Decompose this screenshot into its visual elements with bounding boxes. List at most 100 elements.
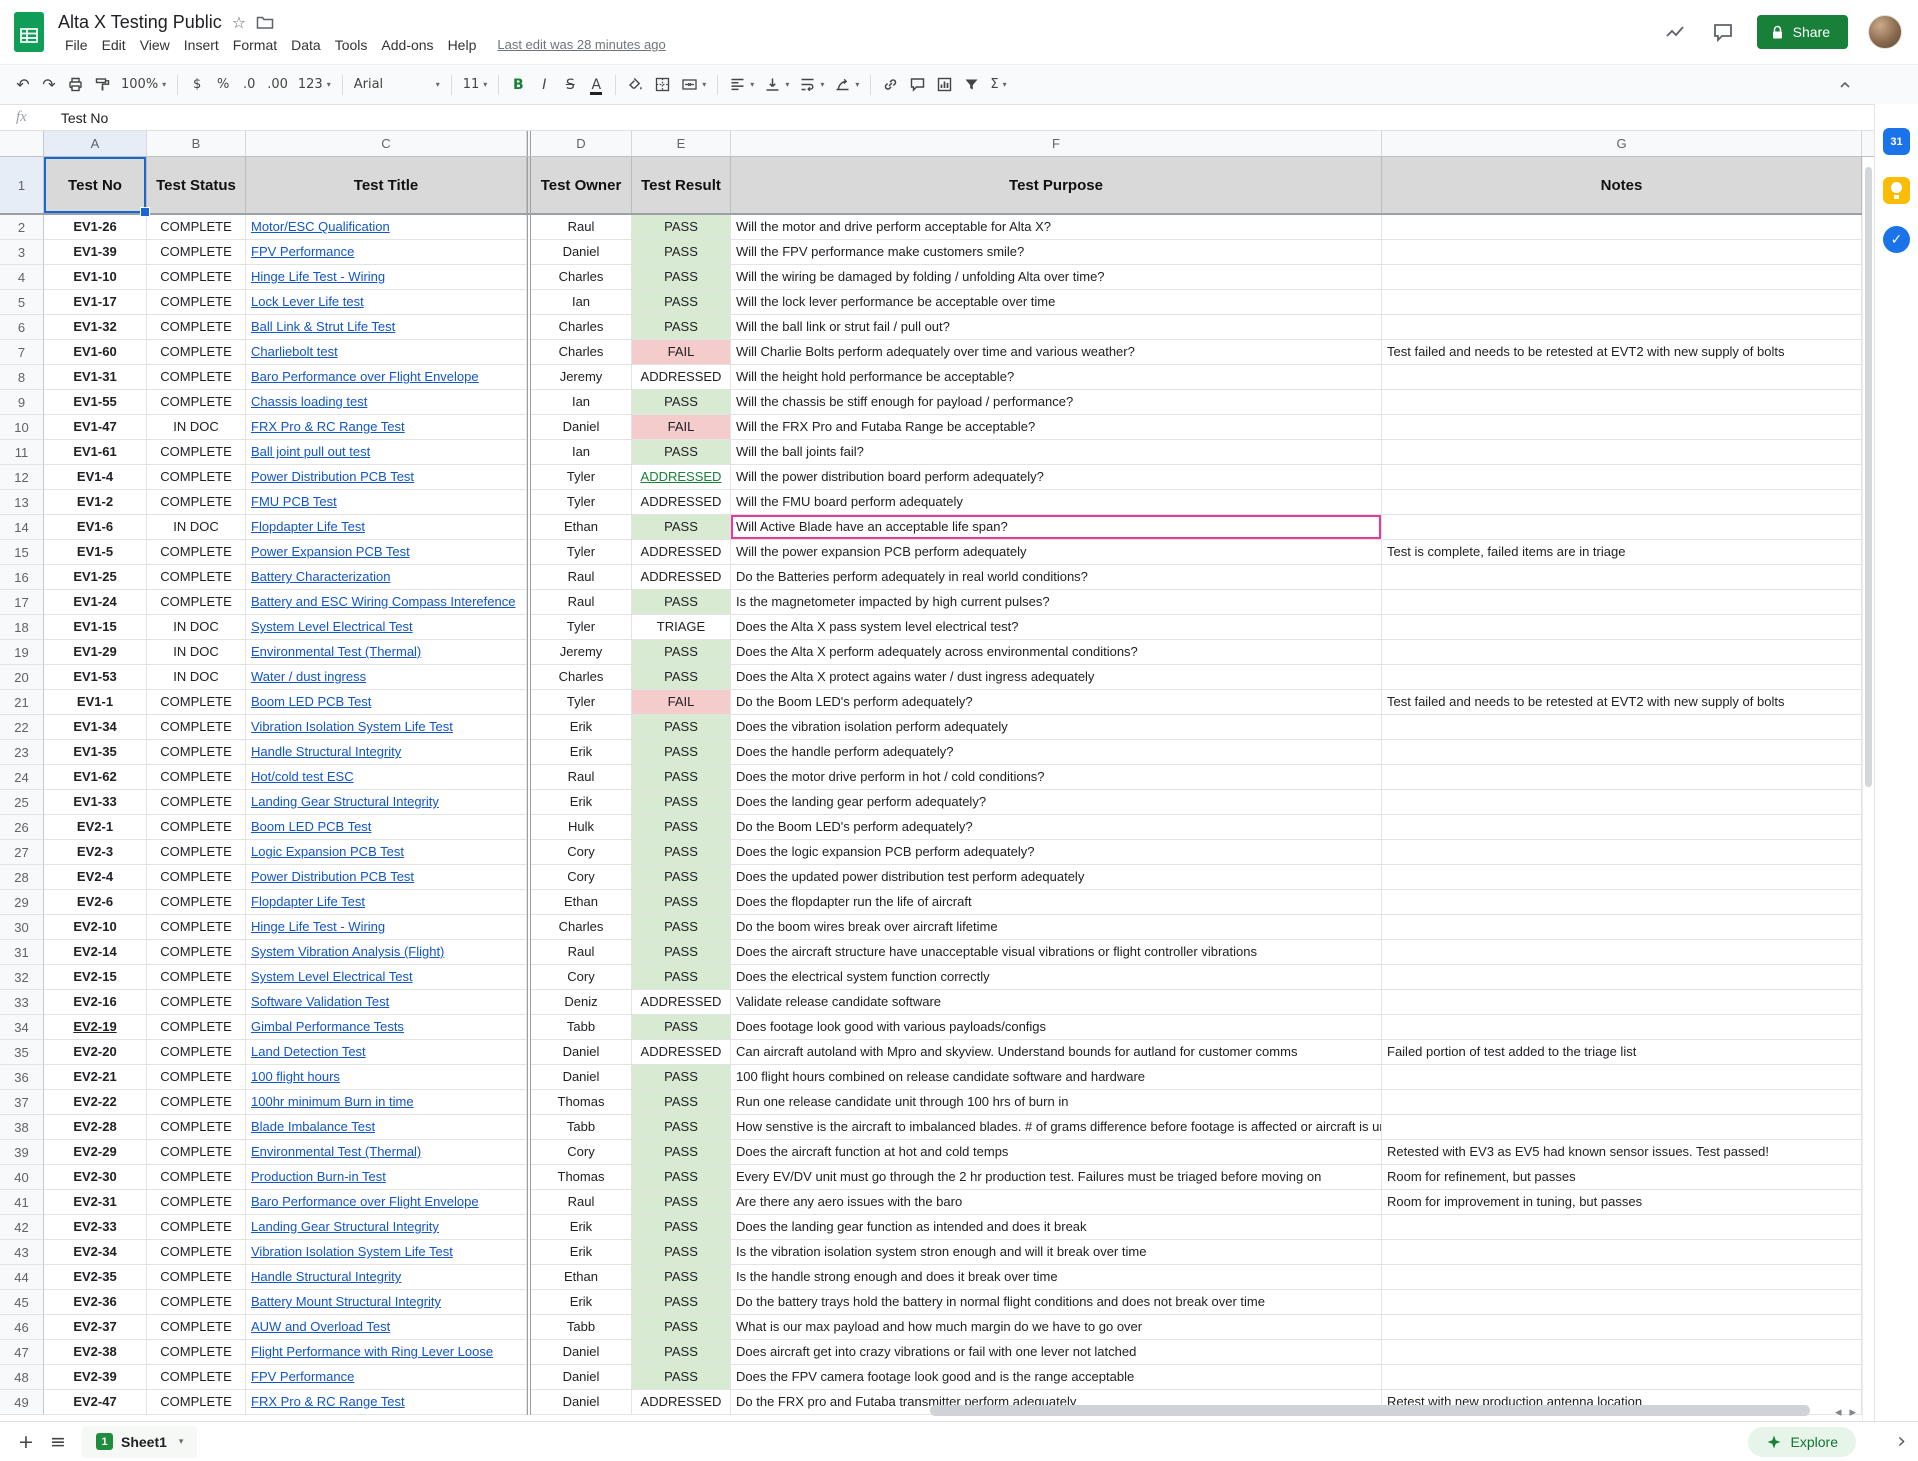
cell-test-status[interactable]: COMPLETE [147,1390,246,1415]
row-number[interactable]: 4 [0,265,44,290]
row-number[interactable]: 40 [0,1165,44,1190]
row-number[interactable]: 46 [0,1315,44,1340]
cell-notes[interactable] [1382,440,1862,465]
cell-test-no[interactable]: EV2-6 [44,890,147,915]
cell-F1[interactable]: Test Purpose [731,157,1382,213]
cell-test-status[interactable]: COMPLETE [147,990,246,1015]
cell-test-purpose[interactable]: Is the handle strong enough and does it … [731,1265,1382,1290]
font-size-select[interactable]: 11▾ [458,71,493,99]
cell-notes[interactable] [1382,990,1862,1015]
cell-test-status[interactable]: COMPLETE [147,590,246,615]
cell-test-status[interactable]: COMPLETE [147,540,246,565]
cell-test-title-link[interactable]: Hinge Life Test - Wiring [246,915,527,940]
cell-test-status[interactable]: COMPLETE [147,1240,246,1265]
cell-test-result[interactable]: PASS [632,740,731,765]
cell-test-no[interactable]: EV2-31 [44,1190,147,1215]
cell-test-no[interactable]: EV2-20 [44,1040,147,1065]
cell-test-owner[interactable]: Erik [531,715,632,740]
vertical-align-button[interactable]: ▾ [759,71,794,99]
row-number[interactable]: 9 [0,390,44,415]
cell-test-result[interactable]: PASS [632,840,731,865]
cell-B1[interactable]: Test Status [147,157,246,213]
cell-test-title-link[interactable]: Power Distribution PCB Test [246,465,527,490]
cell-test-title-link[interactable]: Vibration Isolation System Life Test [246,1240,527,1265]
cell-test-result[interactable]: PASS [632,390,731,415]
format-currency-button[interactable]: $ [184,71,210,99]
cell-test-owner[interactable]: Tabb [531,1115,632,1140]
cell-test-result[interactable]: PASS [632,890,731,915]
cell-test-status[interactable]: COMPLETE [147,1140,246,1165]
cell-test-result[interactable]: PASS [632,315,731,340]
cell-test-title-link[interactable]: Landing Gear Structural Integrity [246,790,527,815]
cell-test-result[interactable]: PASS [632,940,731,965]
cell-test-result[interactable]: ADDRESSED [632,365,731,390]
column-header-A[interactable]: A [44,131,147,156]
cell-test-purpose[interactable]: Run one release candidate unit through 1… [731,1090,1382,1115]
cell-notes[interactable]: Failed portion of test added to the tria… [1382,1040,1862,1065]
cell-test-status[interactable]: COMPLETE [147,965,246,990]
sheets-logo-icon[interactable] [12,10,46,54]
cell-test-owner[interactable]: Jeremy [531,365,632,390]
cell-test-title-link[interactable]: Hot/cold test ESC [246,765,527,790]
cell-test-owner[interactable]: Jeremy [531,640,632,665]
cell-test-owner[interactable]: Erik [531,1240,632,1265]
row-number[interactable]: 34 [0,1015,44,1040]
select-all-button[interactable] [0,131,44,156]
cell-test-owner[interactable]: Erik [531,740,632,765]
vertical-scrollbar[interactable] [1862,157,1874,1421]
cell-test-result[interactable]: ADDRESSED [632,465,731,490]
cell-test-status[interactable]: IN DOC [147,615,246,640]
cell-notes[interactable] [1382,1315,1862,1340]
cell-test-purpose[interactable]: Will the chassis be stiff enough for pay… [731,390,1382,415]
cell-test-purpose[interactable]: How senstive is the aircraft to imbalanc… [731,1115,1382,1140]
cell-notes[interactable]: Test failed and needs to be retested at … [1382,690,1862,715]
cell-test-status[interactable]: IN DOC [147,415,246,440]
cell-notes[interactable] [1382,790,1862,815]
cell-test-no[interactable]: EV1-47 [44,415,147,440]
cell-test-owner[interactable]: Hulk [531,815,632,840]
row-number[interactable]: 5 [0,290,44,315]
row-number[interactable]: 3 [0,240,44,265]
insert-link-button[interactable] [877,71,904,99]
cell-test-owner[interactable]: Daniel [531,1340,632,1365]
cell-test-purpose[interactable]: Does the Alta X pass system level electr… [731,615,1382,640]
cell-test-status[interactable]: COMPLETE [147,1040,246,1065]
cell-test-no[interactable]: EV1-4 [44,465,147,490]
cell-test-result[interactable]: PASS [632,665,731,690]
cell-test-result[interactable]: TRIAGE [632,615,731,640]
cell-notes[interactable] [1382,890,1862,915]
fill-color-button[interactable] [622,71,649,99]
cell-test-purpose[interactable]: Does the handle perform adequately? [731,740,1382,765]
cell-E1[interactable]: Test Result [632,157,731,213]
row-number[interactable]: 26 [0,815,44,840]
cell-test-purpose[interactable]: Does the Alta X perform adequately acros… [731,640,1382,665]
cell-notes[interactable] [1382,415,1862,440]
row-number[interactable]: 15 [0,540,44,565]
cell-test-result[interactable]: ADDRESSED [632,990,731,1015]
cell-G1[interactable]: Notes [1382,157,1862,213]
cell-test-owner[interactable]: Deniz [531,990,632,1015]
cell-test-no[interactable]: EV2-4 [44,865,147,890]
cell-notes[interactable] [1382,315,1862,340]
show-side-panel-chevron-icon[interactable]: › [1897,1429,1906,1454]
column-header-C[interactable]: C [246,131,527,156]
row-number[interactable]: 44 [0,1265,44,1290]
cell-test-title-link[interactable]: 100 flight hours [246,1065,527,1090]
cell-test-status[interactable]: COMPLETE [147,790,246,815]
cell-test-title-link[interactable]: FRX Pro & RC Range Test [246,415,527,440]
cell-test-purpose[interactable]: Will the power expansion PCB perform ade… [731,540,1382,565]
cell-test-purpose[interactable]: Does footage look good with various payl… [731,1015,1382,1040]
cell-test-title-link[interactable]: FPV Performance [246,1365,527,1390]
cell-test-owner[interactable]: Daniel [531,240,632,265]
cell-test-status[interactable]: COMPLETE [147,690,246,715]
cell-test-title-link[interactable]: Charliebolt test [246,340,527,365]
cell-test-status[interactable]: COMPLETE [147,1290,246,1315]
cell-test-title-link[interactable]: Flopdapter Life Test [246,515,527,540]
scroll-right-icon[interactable]: ▸ [1849,1405,1856,1420]
cell-test-purpose[interactable]: Does the flopdapter run the life of airc… [731,890,1382,915]
row-number[interactable]: 37 [0,1090,44,1115]
cell-notes[interactable] [1382,1240,1862,1265]
move-folder-icon[interactable] [256,15,274,30]
cell-test-owner[interactable]: Ethan [531,1265,632,1290]
row-number[interactable]: 17 [0,590,44,615]
